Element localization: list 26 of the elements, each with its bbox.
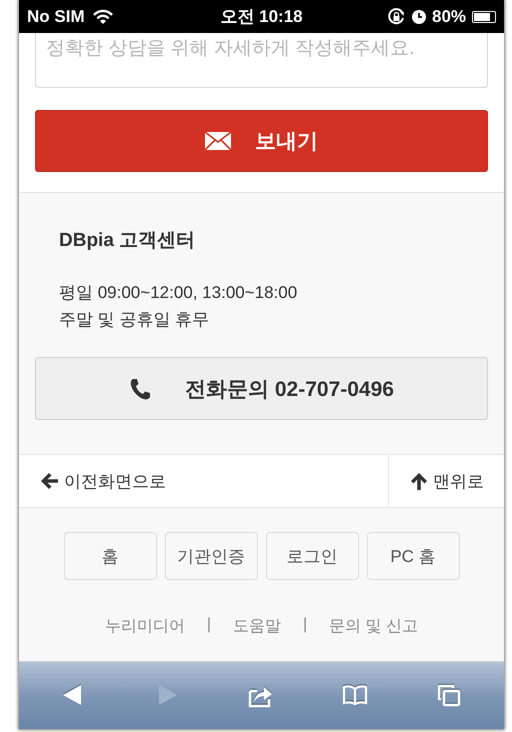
battery-percent: 80% [432,6,466,26]
back-to-top-link[interactable]: 맨위로 [388,455,504,507]
wifi-icon [92,9,113,24]
clock-time: 오전 10:18 [220,6,303,28]
hours-text: 평일 09:00~12:00, 13:00~18:00 [59,282,298,304]
previous-page-link[interactable]: 이전화면으로 [19,455,388,507]
hours-text: 주말 및 공휴일 휴무 [59,309,210,331]
message-field[interactable]: 정확한 상담을 위해 자세하게 작성해주세요. [35,33,488,88]
link-separator: | [303,616,308,635]
support-title: DBpia 고객센터 [59,229,196,253]
envelope-icon [205,132,231,150]
rotation-lock-icon [388,8,406,26]
footer-nav-button[interactable]: 로그인 [266,532,358,580]
link-separator: | [206,616,212,635]
clock-icon [412,10,426,24]
footer-nav-button[interactable]: 기관인증 [164,532,258,580]
phone-icon [129,378,152,400]
footer-nav-button[interactable]: PC 홈 [366,532,460,580]
battery-icon [472,10,496,22]
carrier-label: No SIM [27,6,85,26]
phone-call-button[interactable]: 전화문의 02-707-0496 [35,357,488,420]
left-arrow-icon [41,473,58,489]
footer-nav-button[interactable]: 홈 [64,532,156,580]
up-arrow-icon [411,472,427,490]
send-button[interactable]: 보내기 [35,110,488,172]
tabs-icon[interactable] [436,682,462,708]
